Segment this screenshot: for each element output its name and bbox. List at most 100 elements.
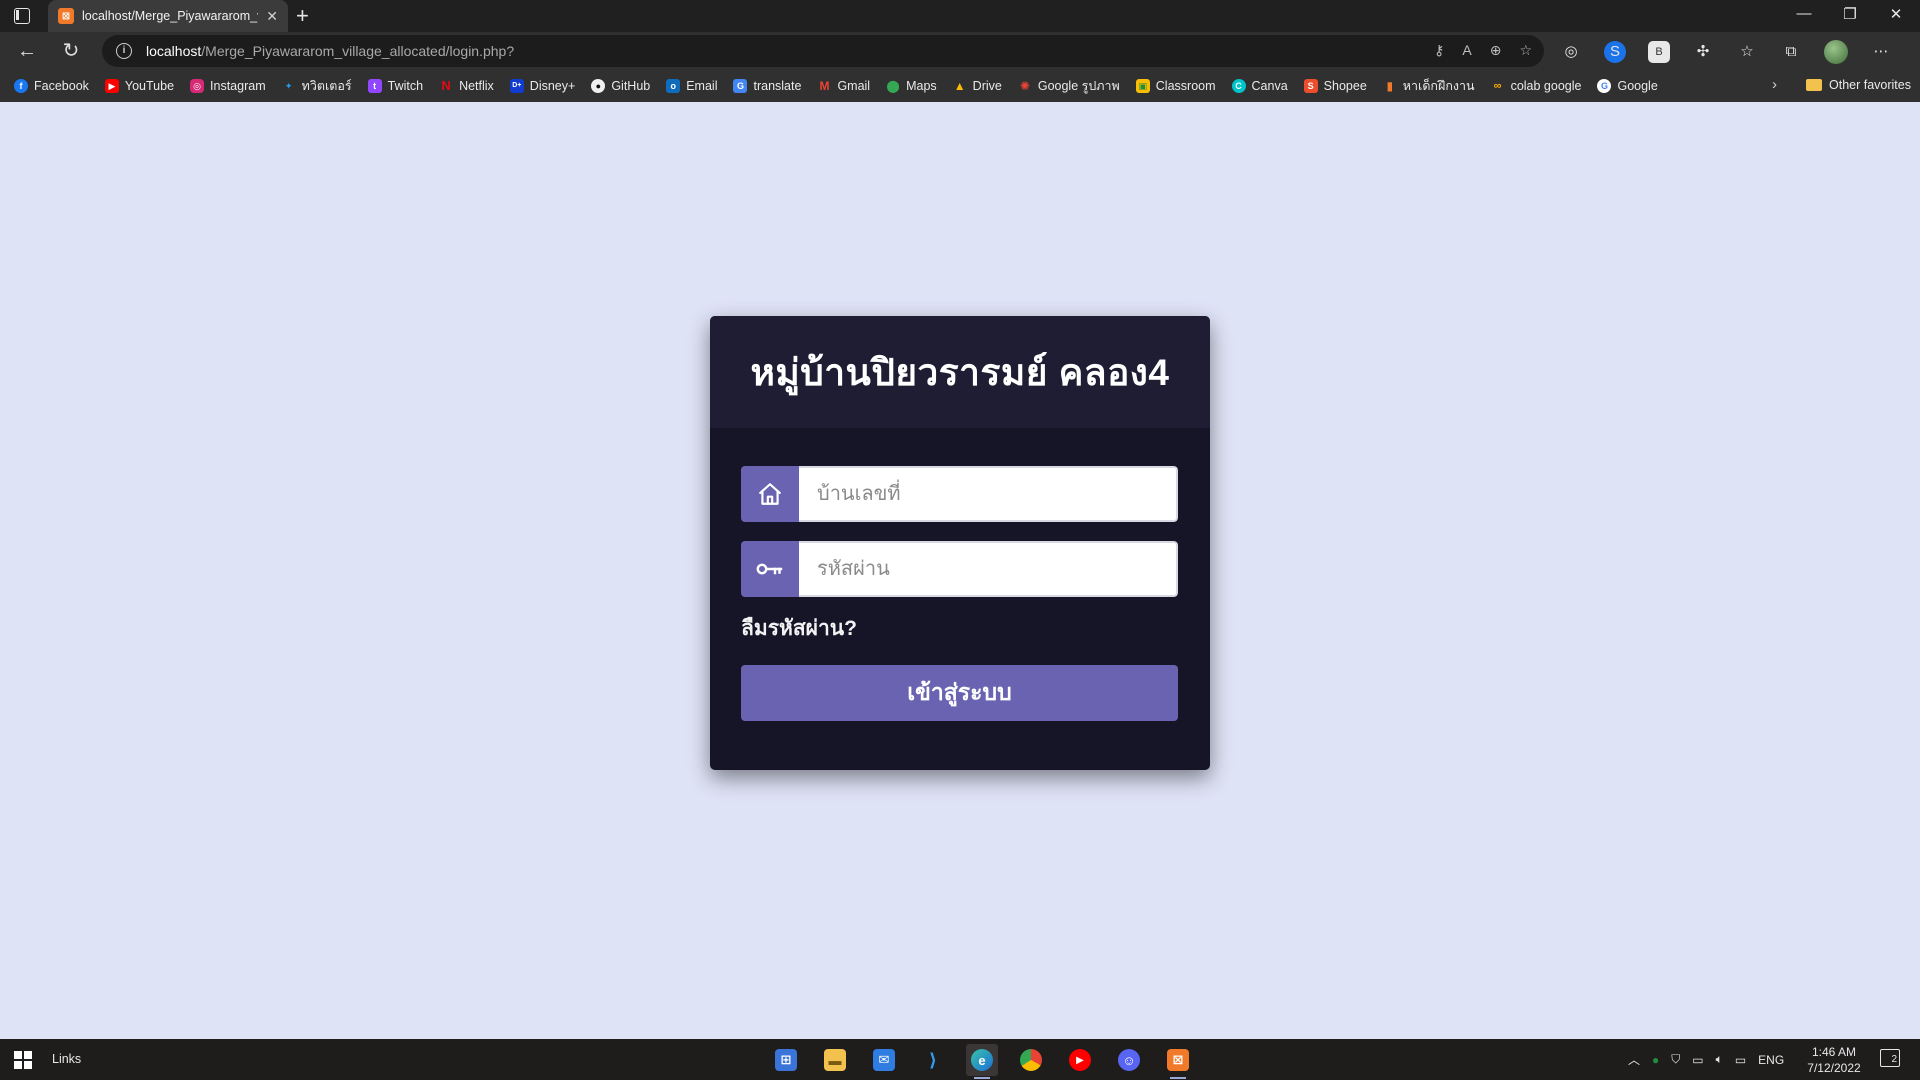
tray-app-icon[interactable]: ● <box>1652 1053 1659 1067</box>
taskbar-youtube-music[interactable]: ▶ <box>1064 1044 1096 1076</box>
bookmark-classroom[interactable]: ▣ Classroom <box>1135 79 1216 93</box>
taskbar-vscode[interactable]: ⟩ <box>917 1044 949 1076</box>
google-icon: G <box>1597 79 1612 93</box>
close-window-icon[interactable]: ✕ <box>1873 5 1919 23</box>
canva-icon: C <box>1231 79 1246 93</box>
workspaces-icon[interactable] <box>14 8 30 24</box>
site-info-icon[interactable]: i <box>116 43 132 59</box>
tray-expand-icon[interactable]: ︿ <box>1628 1051 1640 1068</box>
new-tab-icon[interactable]: + <box>296 3 309 29</box>
minimize-icon[interactable]: — <box>1781 5 1827 22</box>
links-toolbar[interactable]: Links <box>52 1052 81 1066</box>
taskbar-chrome[interactable] <box>1015 1044 1047 1076</box>
taskbar-store[interactable]: ⊞ <box>770 1044 802 1076</box>
bookmark-maps[interactable]: ⬤ Maps <box>886 79 936 93</box>
bookmark-twitch[interactable]: t Twitch <box>367 79 423 93</box>
url-path: /Merge_Piyawararom_village_allocated/log… <box>201 43 515 59</box>
browser-tab[interactable]: ⊠ localhost/Merge_Piyawararom_v ✕ <box>48 0 288 32</box>
bookmark-colab[interactable]: ∞ colab google <box>1491 79 1582 93</box>
language-indicator[interactable]: ENG <box>1758 1053 1784 1067</box>
house-number-input[interactable] <box>799 466 1178 522</box>
battery-icon[interactable]: ▭ <box>1692 1053 1703 1067</box>
system-tray: ︿ ● ⛉ ▭ 🔈︎ ▭ ENG <box>1628 1051 1784 1068</box>
xampp-favicon-icon: ⊠ <box>58 8 74 24</box>
taskbar-file-explorer[interactable]: ▬ <box>819 1044 851 1076</box>
password-key-icon[interactable]: ⚷ <box>1434 42 1444 59</box>
collections-icon[interactable]: ⧉ <box>1780 41 1802 63</box>
translate-icon: G <box>733 79 748 93</box>
bookmark-internship[interactable]: ▮ หาเด็กฝึกงาน <box>1383 76 1474 96</box>
forgot-password-link[interactable]: ลืมรหัสผ่าน? <box>741 612 857 645</box>
bookmark-github[interactable]: ● GitHub <box>591 79 650 93</box>
network-icon[interactable]: ▭ <box>1735 1053 1746 1067</box>
extension-shazam-icon[interactable]: S <box>1604 41 1626 63</box>
bookmarks-bar: f Facebook ▶ YouTube ◎ Instagram ✦ ทวิตเตอร์… <box>0 70 1920 102</box>
more-menu-icon[interactable]: ⋯ <box>1870 41 1892 63</box>
bookmark-email[interactable]: o Email <box>666 79 717 93</box>
bookmark-instagram[interactable]: ◎ Instagram <box>190 79 266 93</box>
bookmark-netflix[interactable]: N Netflix <box>439 78 493 94</box>
drive-icon: ▲ <box>953 79 966 93</box>
chevron-right-icon[interactable]: › <box>1772 76 1777 93</box>
shopee-icon: S <box>1303 79 1318 93</box>
taskbar-mail[interactable]: ✉ <box>868 1044 900 1076</box>
clock[interactable]: 1:46 AM 7/12/2022 <box>1806 1044 1862 1076</box>
chrome-icon <box>1020 1049 1042 1071</box>
bookmark-google-photos[interactable]: ✺ Google รูปภาพ <box>1018 76 1120 96</box>
bookmark-canva[interactable]: C Canva <box>1231 79 1288 93</box>
bookmark-translate[interactable]: Gtranslate <box>733 79 801 93</box>
tab-title: localhost/Merge_Piyawararom_v <box>82 9 259 23</box>
extension-glasses-icon[interactable]: ◎ <box>1560 41 1582 63</box>
other-favorites[interactable]: Other favorites <box>1806 78 1911 92</box>
netflix-icon: N <box>441 78 451 93</box>
gmail-icon: M <box>819 79 830 93</box>
twitter-icon: ✦ <box>284 81 293 91</box>
browser-toolbar: ← ↻ i localhost/Merge_Piyawararom_villag… <box>0 32 1920 70</box>
profile-avatar[interactable] <box>1824 40 1848 64</box>
clock-date: 7/12/2022 <box>1807 1061 1861 1075</box>
windows-start-icon[interactable] <box>14 1051 32 1069</box>
zoom-icon[interactable]: ⊕ <box>1490 42 1502 59</box>
disney-icon: D+ <box>509 79 524 93</box>
folder-icon <box>1806 79 1822 91</box>
store-icon: ⊞ <box>775 1049 797 1071</box>
extension-box-icon[interactable]: B <box>1648 41 1670 63</box>
security-icon[interactable]: ⛉ <box>1671 1052 1680 1067</box>
add-favorite-icon[interactable]: ☆ <box>1519 42 1532 59</box>
bookmark-twitter[interactable]: ✦ ทวิตเตอร์ <box>282 76 352 96</box>
page-title: หมู่บ้านปิยวรารมย์ คลอง4 <box>750 351 1170 393</box>
login-card: หมู่บ้านปิยวรารมย์ คลอง4 บ้านเลขที่ ลืมร… <box>710 316 1210 770</box>
login-button[interactable]: เข้าสู่ระบบ <box>741 665 1178 721</box>
bookmark-youtube[interactable]: ▶ YouTube <box>104 79 174 93</box>
bookmark-google[interactable]: G Google <box>1597 79 1658 93</box>
windows-taskbar: Links ⊞ ▬ ✉ ⟩ e ▶ ☺ ⊠ ︿ ● ⛉ ▭ 🔈︎ ▭ ENG 1… <box>0 1039 1920 1080</box>
vscode-icon: ⟩ <box>928 1049 938 1070</box>
favorites-icon[interactable]: ☆ <box>1736 41 1758 63</box>
bookmark-drive[interactable]: ▲ Drive <box>953 79 1002 93</box>
colab-icon: ∞ <box>1493 80 1502 92</box>
taskbar-xampp[interactable]: ⊠ <box>1162 1044 1194 1079</box>
bookmark-gmail[interactable]: M Gmail <box>817 79 870 93</box>
xampp-icon: ⊠ <box>1167 1049 1189 1071</box>
restore-icon[interactable]: ❐ <box>1827 5 1873 23</box>
taskbar-discord[interactable]: ☺ <box>1113 1044 1145 1076</box>
url-host: localhost <box>146 43 202 59</box>
close-tab-icon[interactable]: ✕ <box>266 8 278 25</box>
github-icon: ● <box>591 79 606 93</box>
refresh-icon[interactable]: ↻ <box>58 38 84 64</box>
password-input[interactable] <box>799 541 1178 597</box>
youtube-music-icon: ▶ <box>1069 1049 1091 1071</box>
taskbar-edge[interactable]: e <box>966 1044 998 1079</box>
back-icon[interactable]: ← <box>14 38 40 64</box>
read-aloud-icon[interactable]: A <box>1462 42 1471 59</box>
home-icon <box>741 466 799 522</box>
bookmark-shopee[interactable]: S Shopee <box>1303 79 1367 93</box>
notification-center-icon[interactable]: 2 <box>1880 1049 1900 1067</box>
login-header: หมู่บ้านปิยวรารมย์ คลอง4 <box>710 316 1210 428</box>
bookmark-disney[interactable]: D+ Disney+ <box>509 79 575 93</box>
volume-icon[interactable]: 🔈︎ <box>1716 1052 1723 1067</box>
extensions-puzzle-icon[interactable]: ✣ <box>1692 41 1714 63</box>
address-bar[interactable]: i localhost/Merge_Piyawararom_village_al… <box>102 35 1544 67</box>
bookmark-facebook[interactable]: f Facebook <box>14 79 89 93</box>
discord-icon: ☺ <box>1118 1049 1140 1071</box>
